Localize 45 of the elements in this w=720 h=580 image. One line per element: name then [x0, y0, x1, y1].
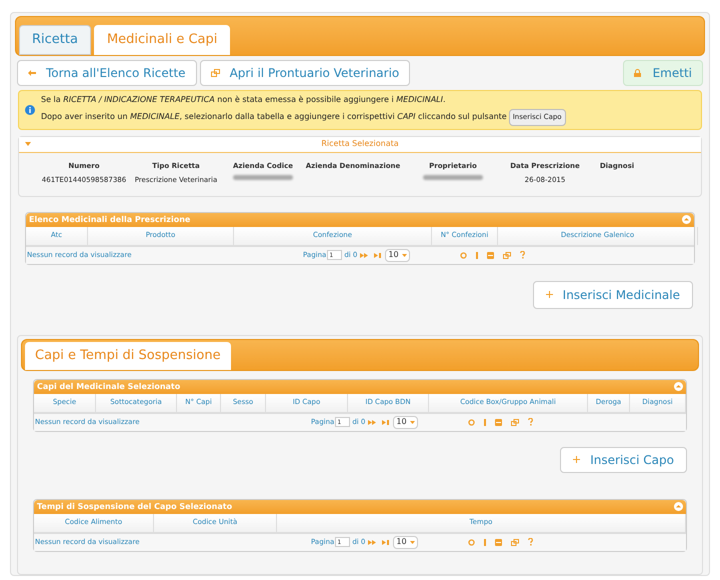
windows-icon[interactable]	[511, 418, 520, 426]
separator-icon	[484, 418, 486, 426]
last-page-icon[interactable]	[382, 420, 390, 424]
next-page-icon[interactable]	[368, 540, 376, 544]
windows-icon[interactable]	[503, 252, 512, 258]
windows-icon[interactable]	[511, 538, 520, 546]
caret-icon	[410, 540, 416, 544]
collapse-icon[interactable]	[674, 382, 683, 391]
grid-title: Tempi di Sospensione del Capo Selezionato	[37, 500, 232, 512]
caret-icon	[402, 254, 408, 256]
page-size-select[interactable]: 10	[393, 536, 418, 548]
tab[interactable]: Capi e Tempi di Sospensione	[25, 342, 231, 370]
tab[interactable]: Ricetta	[19, 25, 91, 55]
help-icon[interactable]	[520, 251, 526, 259]
tab[interactable]: Medicinali e Capi	[94, 25, 230, 55]
last-page-icon[interactable]	[382, 540, 390, 544]
separator-icon	[484, 538, 486, 546]
info-text: Dopo aver inserito un MEDICINALE, selezionarlo dalla tabella e aggiungere i corrispettivi CAPI cliccando sul pulsante	[41, 111, 507, 124]
plus-icon	[546, 291, 553, 298]
emit-button[interactable]: Emetti	[622, 60, 703, 86]
grid-title: Capi del Medicinale Selezionato	[37, 380, 180, 392]
last-page-icon[interactable]	[374, 252, 382, 258]
open-button[interactable]: Apri il Prontuario Veterinario	[200, 60, 410, 86]
back-button[interactable]: Torna all'Elenco Ricette	[17, 60, 197, 86]
grid-title: Elenco Medicinali della Prescrizione	[29, 214, 190, 226]
info-text: Se la RICETTA / INDICAZIONE TERAPEUTICA non è stata emessa è possibile aggiungere i MEDICINALI.	[41, 94, 447, 106]
separator-icon	[476, 252, 478, 258]
plus-icon	[573, 456, 580, 463]
info-icon	[25, 104, 35, 115]
arrow-left-icon	[28, 70, 36, 76]
next-page-icon[interactable]	[360, 252, 368, 258]
caret-icon	[25, 142, 31, 146]
help-icon[interactable]	[528, 538, 534, 546]
caret-icon	[410, 420, 416, 424]
page-size-select[interactable]: 10	[385, 248, 410, 262]
add-medicine-button[interactable]: Inserisci Medicinale	[532, 280, 693, 308]
collapse-icon[interactable]	[674, 502, 683, 511]
help-icon[interactable]	[528, 418, 534, 426]
add-animal-button[interactable]: Inserisci Capo	[560, 446, 687, 472]
panel-header[interactable]: Ricetta Selezionata	[19, 136, 701, 152]
collapse-icon[interactable]	[682, 215, 691, 224]
next-page-icon[interactable]	[368, 420, 376, 424]
windows-icon	[210, 69, 220, 77]
page-size-select[interactable]: 10	[393, 416, 418, 428]
lock-icon	[634, 69, 641, 77]
